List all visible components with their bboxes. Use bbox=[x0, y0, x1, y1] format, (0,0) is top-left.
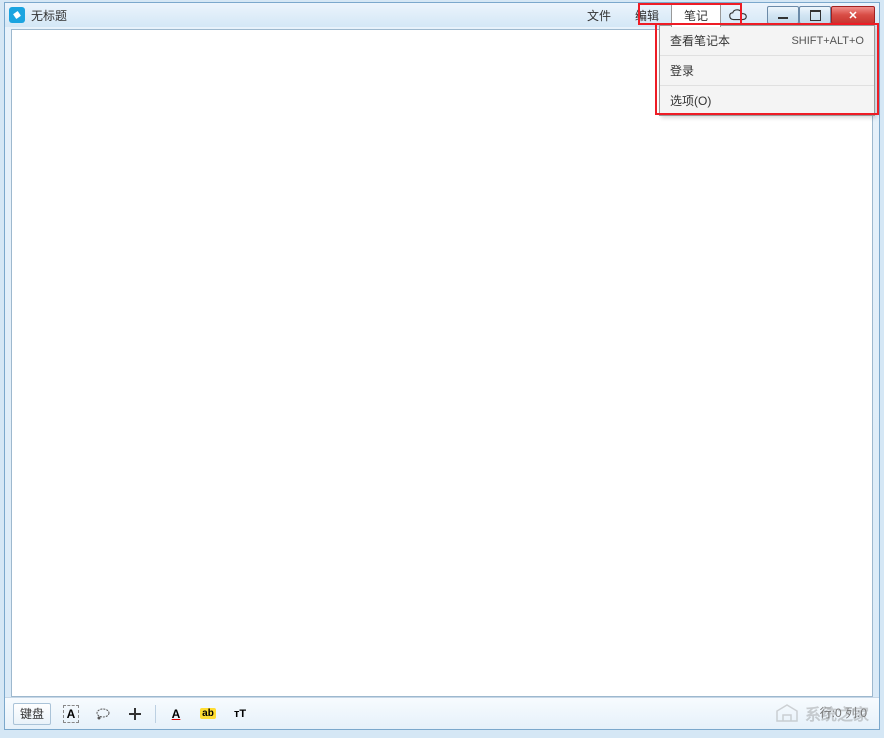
highlight-icon[interactable]: ab bbox=[196, 703, 220, 725]
text-size-icon[interactable]: тT bbox=[228, 703, 252, 725]
window-title: 无标题 bbox=[31, 7, 575, 24]
status-position: 行:0 列:0 bbox=[820, 704, 867, 721]
window-controls bbox=[767, 6, 875, 24]
keyboard-button[interactable]: 键盘 bbox=[13, 703, 51, 725]
menu-edit[interactable]: 编辑 bbox=[623, 4, 671, 27]
selection-tool-icon[interactable]: A bbox=[59, 703, 83, 725]
minimize-button[interactable] bbox=[767, 6, 799, 24]
maximize-button[interactable] bbox=[799, 6, 831, 24]
editor-area[interactable] bbox=[11, 29, 873, 697]
menu-file[interactable]: 文件 bbox=[575, 4, 623, 27]
font-color-icon[interactable]: A bbox=[164, 703, 188, 725]
dropdown-label: 选项(O) bbox=[670, 92, 711, 109]
dropdown-item-login[interactable]: 登录 bbox=[660, 56, 874, 86]
app-window: 无标题 文件 编辑 笔记 查看笔记本 SHIFT+ALT+O 登录 bbox=[4, 2, 880, 730]
dropdown-label: 查看笔记本 bbox=[670, 32, 730, 49]
dropdown-shortcut: SHIFT+ALT+O bbox=[791, 35, 864, 47]
cloud-icon[interactable] bbox=[721, 5, 755, 25]
lasso-icon[interactable] bbox=[91, 703, 115, 725]
menu-note[interactable]: 笔记 bbox=[671, 3, 721, 27]
dropdown-item-view-notebook[interactable]: 查看笔记本 SHIFT+ALT+O bbox=[660, 26, 874, 56]
menubar: 文件 编辑 笔记 bbox=[575, 3, 755, 27]
close-button[interactable] bbox=[831, 6, 875, 24]
note-dropdown-menu: 查看笔记本 SHIFT+ALT+O 登录 选项(O) bbox=[659, 25, 875, 116]
dropdown-item-options[interactable]: 选项(O) bbox=[660, 86, 874, 115]
dropdown-label: 登录 bbox=[670, 62, 694, 79]
bottom-toolbar: 键盘 A A ab тT bbox=[5, 697, 879, 729]
toolbar-divider bbox=[155, 705, 156, 723]
add-icon[interactable] bbox=[123, 703, 147, 725]
app-icon bbox=[9, 7, 25, 23]
titlebar: 无标题 文件 编辑 笔记 bbox=[5, 3, 879, 27]
